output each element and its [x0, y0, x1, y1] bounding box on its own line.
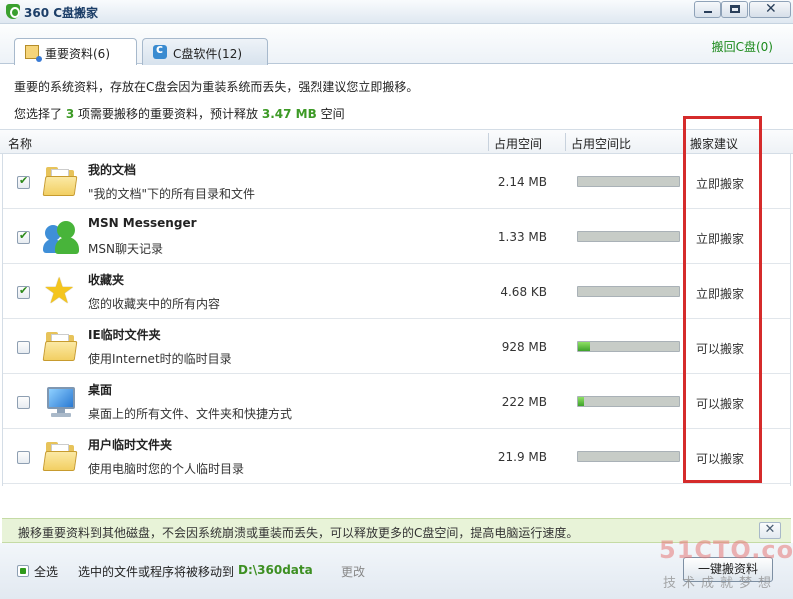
shield-logo-icon	[6, 4, 20, 19]
row-checkbox[interactable]	[17, 341, 30, 354]
close-icon: ✕	[765, 1, 777, 17]
selection-summary: 您选择了 3 项需要搬移的重要资料，预计释放 3.47 MB 空间	[14, 105, 345, 122]
summary-prefix: 您选择了	[14, 107, 63, 121]
restore-to-c-link[interactable]: 搬回C盘(0)	[712, 38, 773, 55]
maximize-button[interactable]	[721, 1, 748, 18]
msn-icon	[43, 219, 79, 255]
minimize-icon	[704, 11, 712, 13]
item-description: 使用Internet时的临时目录	[88, 352, 232, 366]
tab-important-data[interactable]: 重要资料(6)	[14, 38, 137, 66]
item-size: 222 MB	[501, 395, 547, 409]
selected-count: 3	[65, 107, 75, 121]
advice-highlight-box	[683, 116, 762, 483]
row-checkbox[interactable]	[17, 174, 30, 189]
item-size: 1.33 MB	[497, 230, 547, 244]
item-size: 2.14 MB	[497, 175, 547, 189]
item-size: 928 MB	[501, 340, 547, 354]
usage-bar	[577, 176, 680, 187]
change-path-link[interactable]: 更改	[341, 563, 365, 580]
column-size[interactable]: 占用空间	[494, 135, 542, 152]
summary-suffix: 空间	[320, 107, 345, 121]
usage-bar-fill	[578, 342, 591, 351]
column-divider[interactable]	[488, 133, 489, 151]
item-description: MSN聊天记录	[88, 242, 163, 256]
watermark: 51CTO.com 技术成就梦想	[655, 536, 793, 596]
item-title: MSN Messenger	[88, 216, 197, 230]
table-row[interactable]: 桌面 桌面上的所有文件、文件夹和快捷方式 222 MB 可以搬家	[3, 374, 790, 429]
usage-bar	[577, 341, 680, 352]
folder-icon	[42, 164, 79, 200]
document-icon	[25, 45, 42, 62]
table-row[interactable]: MSN Messenger MSN聊天记录 1.33 MB 立即搬家	[3, 209, 790, 264]
usage-bar	[577, 286, 680, 297]
watermark-sub: 技术成就梦想	[663, 576, 778, 591]
tab-c-drive-software[interactable]: C盘软件(12)	[142, 38, 268, 65]
title-bar: 360 C盘搬家 ✕	[0, 0, 793, 24]
folder-icon	[42, 329, 79, 365]
tip-text: 搬移重要资料到其他磁盘，不会因系统崩溃或重装而丢失，可以释放更多的C盘空间，提高…	[18, 526, 579, 540]
usage-bar	[577, 451, 680, 462]
software-icon	[153, 42, 167, 59]
table-header: 名称 占用空间 占用空间比 搬家建议	[0, 129, 793, 154]
item-title: IE临时文件夹	[88, 328, 161, 342]
item-title: 用户临时文件夹	[88, 438, 173, 452]
item-description: "我的文档"下的所有目录和文件	[88, 187, 256, 201]
select-all-label[interactable]: 全选	[34, 563, 58, 580]
usage-bar-fill	[578, 397, 585, 406]
item-size: 21.9 MB	[497, 450, 547, 464]
row-checkbox[interactable]	[17, 396, 30, 409]
desktop-icon	[43, 384, 79, 420]
row-checkbox[interactable]	[17, 229, 30, 244]
star-icon: ★	[43, 271, 76, 312]
watermark-main: 51CTO.com	[659, 536, 793, 564]
table-row[interactable]: IE临时文件夹 使用Internet时的临时目录 928 MB 可以搬家	[3, 319, 790, 374]
move-destination-path: D:\360data	[238, 563, 313, 577]
table-row[interactable]: 用户临时文件夹 使用电脑时您的个人临时目录 21.9 MB 可以搬家	[3, 429, 790, 484]
row-checkbox[interactable]	[17, 451, 30, 464]
window-title: 360 C盘搬家	[24, 6, 99, 20]
item-title: 收藏夹	[88, 273, 125, 287]
column-ratio[interactable]: 占用空间比	[571, 135, 631, 152]
item-title: 桌面	[88, 383, 113, 397]
column-name[interactable]: 名称	[8, 135, 32, 152]
item-description: 桌面上的所有文件、文件夹和快捷方式	[88, 407, 293, 421]
maximize-icon	[730, 5, 740, 13]
folder-icon	[42, 439, 79, 475]
move-destination-label: 选中的文件或程序将被移动到	[78, 565, 235, 579]
item-size: 4.68 KB	[500, 285, 547, 299]
row-checkbox[interactable]	[17, 284, 30, 299]
info-description: 重要的系统资料，存放在C盘会因为重装系统而丢失，强烈建议您立即搬移。	[14, 80, 419, 94]
item-description: 使用电脑时您的个人临时目录	[88, 462, 245, 476]
tab-bar: 重要资料(6) C盘软件(12) 搬回C盘(0)	[0, 24, 793, 66]
table-row[interactable]: ★ 收藏夹 您的收藏夹中的所有内容 4.68 KB 立即搬家	[3, 264, 790, 319]
column-divider[interactable]	[565, 133, 566, 151]
usage-bar	[577, 231, 680, 242]
item-title: 我的文档	[88, 163, 137, 177]
usage-bar	[577, 396, 680, 407]
summary-middle: 项需要搬移的重要资料，预计释放	[78, 107, 259, 121]
select-all-checkbox[interactable]	[17, 565, 29, 577]
tab-label: 重要资料(6)	[45, 47, 110, 61]
table-row[interactable]: 我的文档 "我的文档"下的所有目录和文件 2.14 MB 立即搬家	[3, 154, 790, 209]
minimize-button[interactable]	[694, 1, 721, 18]
item-list: 我的文档 "我的文档"下的所有目录和文件 2.14 MB 立即搬家 MSN Me…	[2, 154, 791, 486]
release-size: 3.47 MB	[261, 107, 317, 121]
item-description: 您的收藏夹中的所有内容	[88, 297, 221, 311]
close-button[interactable]: ✕	[749, 1, 791, 18]
info-panel: 重要的系统资料，存放在C盘会因为重装系统而丢失，强烈建议您立即搬移。 您选择了 …	[0, 65, 793, 129]
tab-label: C盘软件(12)	[173, 47, 243, 61]
